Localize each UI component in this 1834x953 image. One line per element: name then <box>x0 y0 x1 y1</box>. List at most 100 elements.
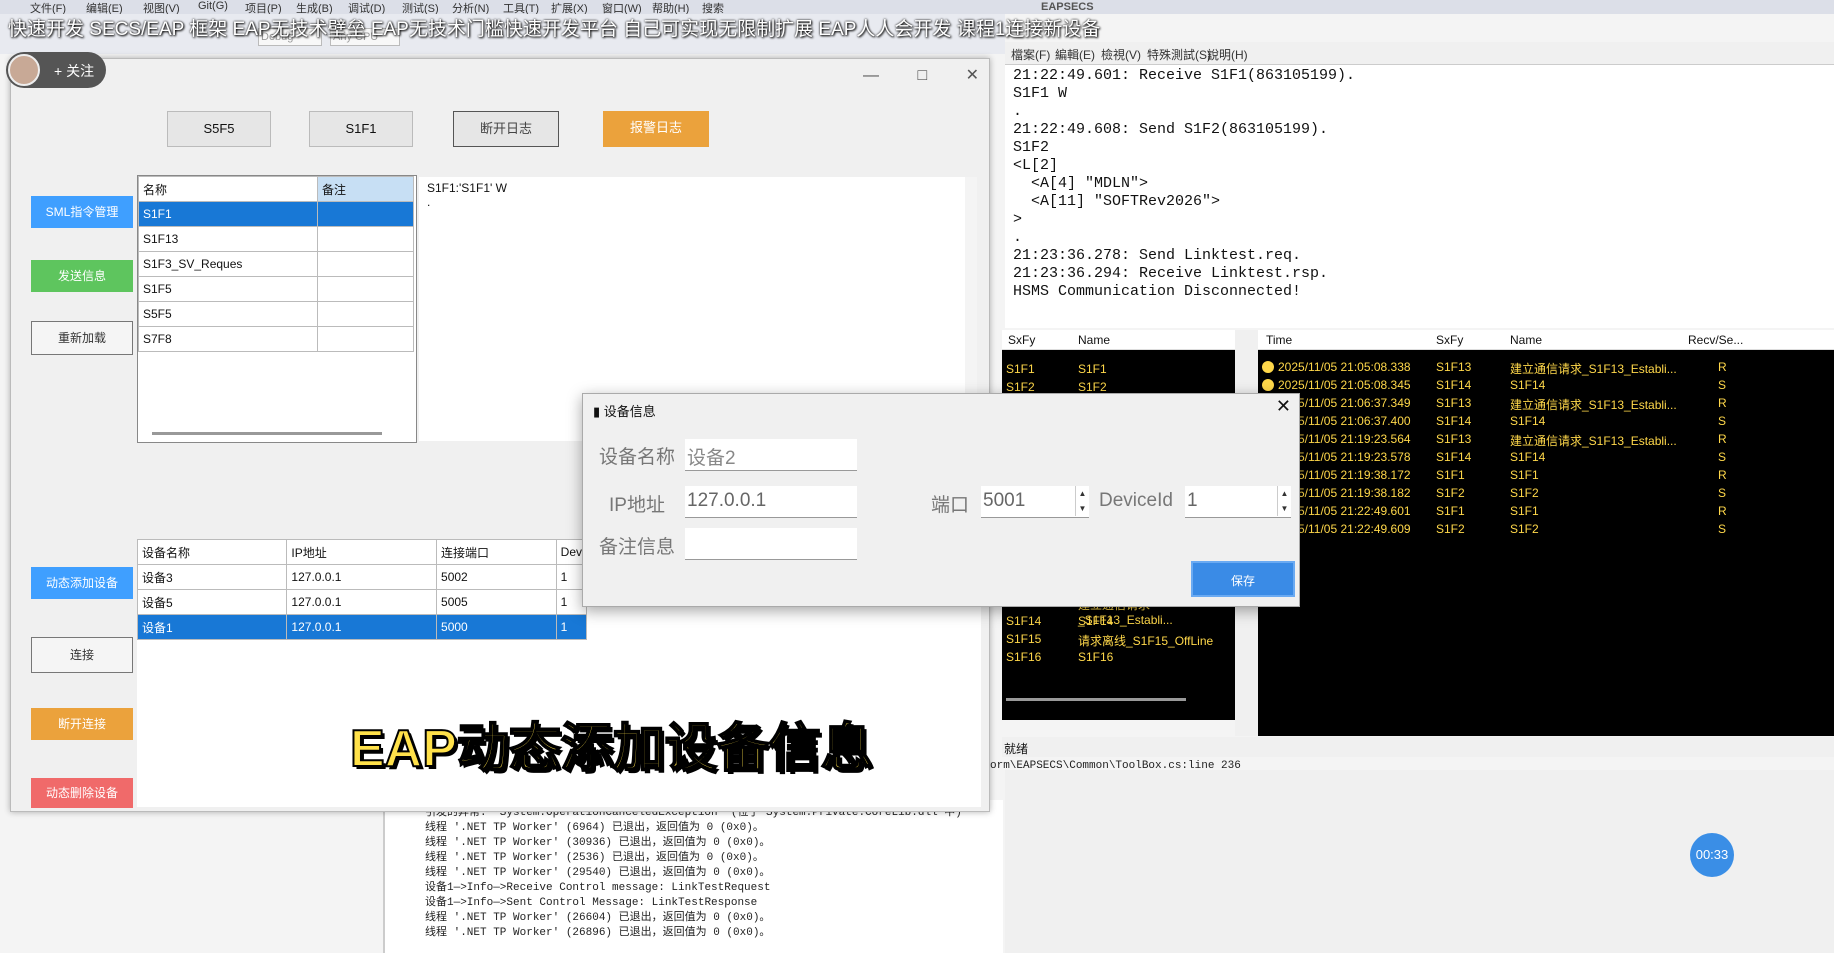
log-line: 21:22:49.608: Send S1F2(863105199). <box>1013 121 1329 138</box>
device-table[interactable]: 设备名称 IP地址 连接端口 Dev 设备3 127.0.0.1 5002 1 设备5 1… <box>136 539 588 640</box>
deviceid-stepper[interactable]: 1 ▲ ▼ <box>1185 486 1291 518</box>
table-row[interactable]: S1F1 <box>138 201 414 227</box>
follow-badge[interactable]: + 关注 <box>6 52 106 88</box>
eap-menu-item[interactable]: 特殊測試(S) <box>1147 46 1211 63</box>
secs-log-panel: 21:22:49.601: Receive S1F1(863105199). S1… <box>1005 64 1834 328</box>
sxfy-cell: S1F1 <box>1006 362 1035 376</box>
eap-menu-item[interactable]: 說明(H) <box>1207 46 1248 63</box>
port-cell: 5005 <box>436 589 557 615</box>
horizontal-scrollbar[interactable] <box>152 432 382 435</box>
add-device-button[interactable]: 动态添加设备 <box>31 567 133 599</box>
port-value: 5001 <box>983 490 1026 511</box>
col-note: 备注 <box>317 176 414 202</box>
recording-timer[interactable]: 00:33 <box>1690 833 1734 877</box>
output-line: 线程 '.NET TP Worker' (29540) 已退出，返回值为 0 (… <box>425 867 771 879</box>
table-row[interactable]: S7F8 <box>138 326 414 352</box>
eap-menu-item[interactable]: 檢視(V) <box>1101 46 1141 63</box>
port-stepper[interactable]: 5001 ▲ ▼ <box>981 486 1089 518</box>
spin-arrows-icon[interactable]: ▲ ▼ <box>1075 486 1089 516</box>
table-row[interactable]: 5/11/05 21:22:49.609 S1F2 S1F2 S <box>1258 520 1834 538</box>
disconnect-button[interactable]: 断开连接 <box>31 708 133 740</box>
name-cell: S1F14 <box>1078 614 1114 628</box>
table-row[interactable]: 5/11/05 21:06:37.400 S1F14 S1F14 S <box>1258 412 1834 430</box>
sxfy-cell: S1F15 <box>1006 632 1042 646</box>
table-row[interactable]: 2025/11/05 21:05:08.345 S1F14 S1F14 S <box>1258 376 1834 394</box>
output-line: 线程 '.NET TP Worker' (6964) 已退出，返回值为 0 (0… <box>425 822 764 834</box>
table-row[interactable]: 2025/11/05 21:06:37.349 S1F13 建立通信请求_S1F13… <box>1258 394 1834 412</box>
table-row[interactable]: 5/11/05 21:19:38.172 S1F1 S1F1 R <box>1258 466 1834 484</box>
table-row[interactable]: 5/11/05 21:19:23.564 S1F13 建立通信请求_S1F13_Es… <box>1258 430 1834 448</box>
ip-input[interactable]: 127.0.0.1 <box>685 486 857 518</box>
name-cell: S1F16 <box>1078 650 1114 664</box>
output-line: 线程 '.NET TP Worker' (30936) 已退出，返回值为 0 (… <box>425 837 771 849</box>
vs-menu-item[interactable]: Git(G) <box>198 0 228 12</box>
connect-button[interactable]: 连接 <box>31 637 133 673</box>
minimize-icon[interactable]: — <box>863 67 879 84</box>
close-icon[interactable]: ✕ <box>1276 396 1291 417</box>
vs-menu-bar: 文件(F) 编辑(E) 视图(V) Git(G) 项目(P) 生成(B) 调试(D) 测试(S… <box>0 0 1005 15</box>
log-line: 21:23:36.278: Send Linktest.req. <box>1013 247 1302 264</box>
dialog-title-text: 设备信息 <box>603 404 656 419</box>
eapsecs-title: EAPSECS <box>1041 1 1094 13</box>
vs-output-window: 引发的异常: "System.OperationCanceledExceptio… <box>383 800 1003 953</box>
log-line: <A[11] "SOFTRev2026"> <box>1013 193 1221 210</box>
sml-command-button[interactable]: SML指令管理 <box>31 196 133 228</box>
spin-arrows-icon[interactable]: ▲ ▼ <box>1277 486 1291 516</box>
note-label: 备注信息 <box>599 537 676 558</box>
col-ip: IP地址 <box>286 539 438 565</box>
list-item[interactable]: S1F16 S1F16 <box>1002 648 1235 666</box>
table-row[interactable]: 设备5 127.0.0.1 5005 1 <box>136 589 588 615</box>
name-cell: S1F3_SV_Reques <box>138 251 318 277</box>
name-cell: S1F2 <box>1078 380 1107 394</box>
save-button[interactable]: 保存 <box>1191 561 1295 597</box>
s5f5-button[interactable]: S5F5 <box>167 111 271 147</box>
log-line: > <box>1013 211 1023 228</box>
sml-command-table[interactable]: 名称 备注 S1F1 S1F13 S1F3_SV_Reques S1F5 S5F5 S7F… <box>138 176 414 352</box>
message-history-list[interactable]: 2025/11/05 21:05:08.338 S1F13 建立通信请求_S1F13… <box>1258 330 1834 736</box>
eap-menu-item[interactable]: 編輯(E) <box>1055 46 1095 63</box>
port-cell: 5002 <box>436 564 557 590</box>
alarm-log-button[interactable]: 报警日志 <box>603 111 709 147</box>
sxfy-cell: S1F2 <box>1436 522 1465 536</box>
table-row[interactable]: S5F5 <box>138 301 414 327</box>
send-message-button[interactable]: 发送信息 <box>31 260 133 292</box>
table-row[interactable]: 设备1 127.0.0.1 5000 1 <box>136 614 588 640</box>
name-cell: S1F14 <box>1510 450 1546 464</box>
table-row[interactable]: 5/11/05 21:19:23.578 S1F14 S1F14 S <box>1258 448 1834 466</box>
ip-label: IP地址 <box>609 495 665 516</box>
name-cell: 请求离线_S1F15_OffLine <box>1078 634 1214 648</box>
col-sxfy: SxFy <box>1436 333 1464 347</box>
col-recv-send: Recv/Se... <box>1688 333 1744 347</box>
maximize-icon[interactable]: □ <box>917 67 927 84</box>
time-cell: 5/11/05 21:19:23.578 <box>1298 450 1411 464</box>
close-icon[interactable]: ✕ <box>966 67 979 84</box>
name-cell: S1F2 <box>1510 522 1539 536</box>
table-row[interactable]: 2025/11/05 21:05:08.338 S1F13 建立通信请求_S1F13… <box>1258 358 1834 376</box>
list-item[interactable]: S1F14 S1F14 <box>1002 612 1235 630</box>
horizontal-scrollbar[interactable] <box>1006 698 1186 701</box>
reload-button[interactable]: 重新加载 <box>31 321 133 355</box>
port-label: 端口 <box>931 495 970 516</box>
name-cell: S1F14 <box>1510 378 1546 392</box>
sxfy-cell: S1F14 <box>1436 450 1472 464</box>
disconnect-log-button[interactable]: 断开日志 <box>453 111 559 147</box>
name-cell: S1F1 <box>1510 504 1539 518</box>
table-row[interactable]: S1F5 <box>138 276 414 302</box>
list-item[interactable]: S1F15 请求离线_S1F15_OffLine <box>1002 630 1235 648</box>
delete-device-button[interactable]: 动态删除设备 <box>31 778 133 808</box>
table-row[interactable]: S1F13 <box>138 226 414 252</box>
table-row[interactable]: 设备3 127.0.0.1 5002 1 <box>136 564 588 590</box>
table-row[interactable]: 5/11/05 21:22:49.601 S1F1 S1F1 R <box>1258 502 1834 520</box>
note-cell <box>317 251 414 277</box>
list-item[interactable]: S1F1 S1F1 <box>1002 360 1235 378</box>
s1f1-button[interactable]: S1F1 <box>309 111 413 147</box>
table-row[interactable]: 5/11/05 21:19:38.182 S1F2 S1F2 S <box>1258 484 1834 502</box>
table-row[interactable]: S1F3_SV_Reques <box>138 251 414 277</box>
time-cell: 2025/11/05 21:05:08.338 <box>1278 360 1411 374</box>
note-input[interactable] <box>685 528 857 560</box>
device-name-input[interactable]: 设备2 <box>685 439 857 471</box>
col-device-name: 设备名称 <box>136 539 288 565</box>
eap-menu-item[interactable]: 檔案(F) <box>1011 46 1050 63</box>
sxfy-cell: S1F13 <box>1436 360 1472 374</box>
sxfy-cell: S1F2 <box>1436 486 1465 500</box>
